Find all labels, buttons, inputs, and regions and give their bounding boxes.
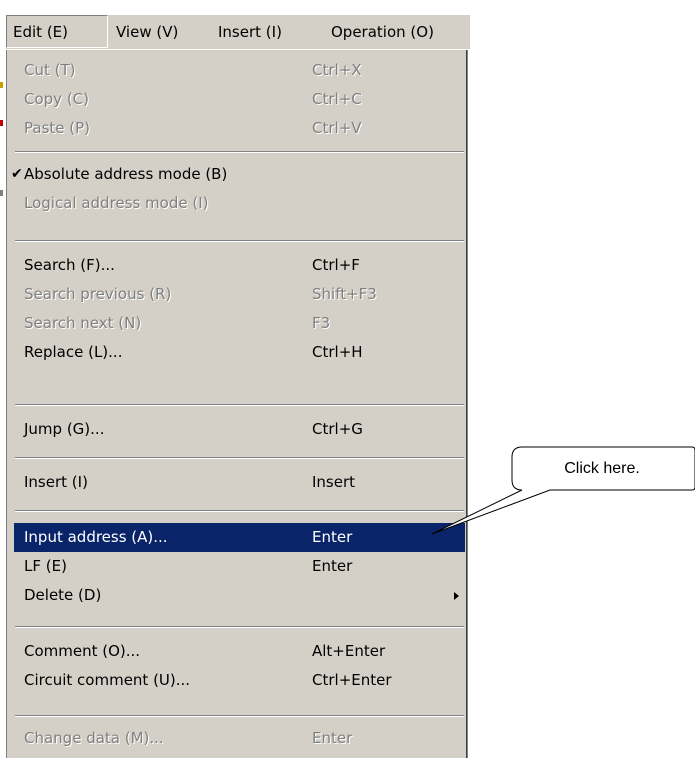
menu-item-absolute-address-mode[interactable]: ✔ Absolute address mode (B) bbox=[11, 160, 465, 189]
menu-item-change-data[interactable]: Change data (M)... Enter bbox=[14, 724, 465, 753]
menubar-edit[interactable]: Edit (E) bbox=[6, 15, 108, 48]
menu-item-label: Absolute address mode (B) bbox=[24, 165, 228, 183]
callout-text: Click here. bbox=[564, 460, 640, 477]
menu-item-label: LF (E) bbox=[24, 557, 67, 575]
menubar-insert[interactable]: Insert (I) bbox=[218, 15, 282, 47]
menubar-operation[interactable]: Operation (O) bbox=[331, 15, 434, 47]
screenshot-scene: Edit (E) View (V) Insert (I) Operation (… bbox=[0, 0, 695, 758]
menu-item-label: Search (F)... bbox=[24, 256, 115, 274]
menu-item-shortcut: Ctrl+G bbox=[312, 420, 363, 438]
menu-item-replace[interactable]: Replace (L)... Ctrl+H bbox=[14, 338, 465, 367]
menu-item-delete[interactable]: Delete (D) bbox=[14, 581, 465, 610]
menu-item-shortcut: Ctrl+F bbox=[312, 256, 360, 274]
menu-item-shortcut: Ctrl+X bbox=[312, 61, 362, 79]
menu-item-search[interactable]: Search (F)... Ctrl+F bbox=[14, 251, 465, 280]
menu-item-label: Jump (G)... bbox=[24, 420, 105, 438]
menu-item-lf[interactable]: LF (E) Enter bbox=[14, 552, 465, 581]
menu-item-input-address[interactable]: Input address (A)... Enter bbox=[14, 523, 465, 552]
menu-item-shortcut: Insert bbox=[312, 473, 356, 491]
menu-item-search-previous[interactable]: Search previous (R) Shift+F3 bbox=[14, 280, 465, 309]
menu-item-label: Paste (P) bbox=[24, 119, 91, 137]
menubar-view[interactable]: View (V) bbox=[116, 15, 178, 47]
menu-bar: Edit (E) View (V) Insert (I) Operation (… bbox=[6, 14, 470, 49]
menu-item-label: Input address (A)... bbox=[24, 528, 168, 546]
dropdown-border bbox=[6, 50, 7, 758]
menu-item-shortcut: Enter bbox=[312, 557, 353, 575]
menu-item-label: Delete (D) bbox=[24, 586, 102, 604]
menu-item-shortcut: Alt+Enter bbox=[312, 642, 386, 660]
menu-item-paste[interactable]: Paste (P) Ctrl+V bbox=[14, 114, 465, 143]
menu-item-shortcut: Ctrl+C bbox=[312, 90, 362, 108]
menu-item-circuit-comment[interactable]: Circuit comment (U)... Ctrl+Enter bbox=[14, 666, 465, 695]
menu-item-label: Cut (T) bbox=[24, 61, 76, 79]
menu-item-jump[interactable]: Jump (G)... Ctrl+G bbox=[14, 415, 465, 444]
menu-separator bbox=[15, 151, 464, 153]
menu-item-insert[interactable]: Insert (I) Insert bbox=[14, 468, 465, 497]
submenu-arrow-icon bbox=[454, 592, 459, 600]
menu-item-label: Copy (C) bbox=[24, 90, 89, 108]
edge-mark bbox=[0, 190, 3, 196]
menu-item-label: Change data (M)... bbox=[24, 729, 164, 747]
menu-item-shortcut: Enter bbox=[312, 729, 353, 747]
menu-item-shortcut: Ctrl+Enter bbox=[312, 671, 392, 689]
menu-separator bbox=[15, 457, 464, 459]
menu-item-label: Circuit comment (U)... bbox=[24, 671, 191, 689]
menu-separator bbox=[15, 404, 464, 406]
menu-item-shortcut: Enter bbox=[312, 528, 353, 546]
menu-item-label: Replace (L)... bbox=[24, 343, 123, 361]
menu-item-logical-address-mode[interactable]: Logical address mode (I) bbox=[14, 189, 465, 218]
edge-mark bbox=[0, 82, 3, 88]
menu-item-shortcut: Ctrl+H bbox=[312, 343, 363, 361]
menu-separator bbox=[15, 715, 464, 717]
menu-separator bbox=[15, 626, 464, 628]
menu-item-label: Comment (O)... bbox=[24, 642, 141, 660]
menu-separator bbox=[15, 510, 464, 512]
menu-item-cut[interactable]: Cut (T) Ctrl+X bbox=[14, 56, 465, 85]
menu-item-label: Logical address mode (I) bbox=[24, 194, 209, 212]
menu-item-shortcut: F3 bbox=[312, 314, 331, 332]
edit-menu-dropdown: Cut (T) Ctrl+X Copy (C) Ctrl+C Paste (P)… bbox=[6, 50, 468, 758]
menu-item-comment[interactable]: Comment (O)... Alt+Enter bbox=[14, 637, 465, 666]
menu-item-copy[interactable]: Copy (C) Ctrl+C bbox=[14, 85, 465, 114]
menu-item-shortcut: Ctrl+V bbox=[312, 119, 362, 137]
edge-mark bbox=[0, 120, 3, 126]
menu-item-label: Search previous (R) bbox=[24, 285, 172, 303]
menu-item-label: Insert (I) bbox=[24, 473, 88, 491]
menu-separator bbox=[15, 240, 464, 242]
checkmark-icon: ✔ bbox=[11, 166, 23, 182]
menu-item-shortcut: Shift+F3 bbox=[312, 285, 377, 303]
menu-item-search-next[interactable]: Search next (N) F3 bbox=[14, 309, 465, 338]
menu-item-label: Search next (N) bbox=[24, 314, 142, 332]
